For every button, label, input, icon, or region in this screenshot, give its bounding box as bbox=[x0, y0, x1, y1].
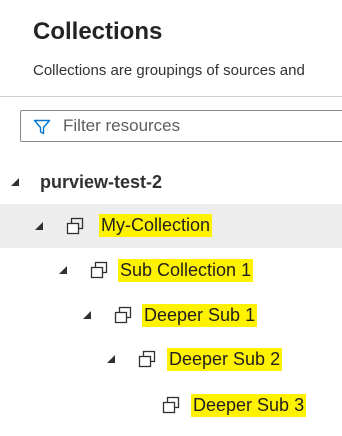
caret-down-icon[interactable] bbox=[82, 310, 92, 320]
tree-item-label: Deeper Sub 1 bbox=[142, 304, 258, 327]
tree-item-deeper-sub-1[interactable]: Deeper Sub 1 bbox=[0, 293, 342, 337]
caret-down-icon[interactable] bbox=[58, 265, 68, 275]
tree-root-row[interactable]: purview-test-2 bbox=[0, 160, 342, 204]
tree-item-my-collection[interactable]: My-Collection bbox=[0, 204, 342, 248]
filter-input[interactable] bbox=[63, 111, 342, 141]
collection-icon bbox=[66, 217, 84, 235]
divider bbox=[0, 96, 342, 97]
tree-item-deeper-sub-2[interactable]: Deeper Sub 2 bbox=[0, 337, 342, 381]
page-title: Collections bbox=[33, 18, 163, 45]
tree-item-label: My-Collection bbox=[99, 214, 213, 237]
tree-item-label: Sub Collection 1 bbox=[118, 259, 254, 282]
tree-item-label: Deeper Sub 2 bbox=[167, 348, 283, 371]
tree-item-deeper-sub-3[interactable]: Deeper Sub 3 bbox=[0, 383, 342, 427]
page-subtitle: Collections are groupings of sources and bbox=[33, 62, 305, 79]
caret-down-icon[interactable] bbox=[34, 221, 44, 231]
collection-icon bbox=[162, 396, 180, 414]
tree-item-label: Deeper Sub 3 bbox=[191, 394, 307, 417]
tree-item-sub-collection-1[interactable]: Sub Collection 1 bbox=[0, 248, 342, 292]
filter-icon bbox=[33, 119, 51, 135]
collection-icon bbox=[138, 350, 156, 368]
caret-down-icon[interactable] bbox=[106, 354, 116, 364]
collection-icon bbox=[90, 261, 108, 279]
filter-box[interactable] bbox=[20, 110, 342, 142]
collection-icon bbox=[114, 306, 132, 324]
collections-page: Collections Collections are groupings of… bbox=[0, 0, 342, 436]
caret-down-icon[interactable] bbox=[10, 177, 20, 187]
tree-root-label: purview-test-2 bbox=[40, 172, 163, 192]
